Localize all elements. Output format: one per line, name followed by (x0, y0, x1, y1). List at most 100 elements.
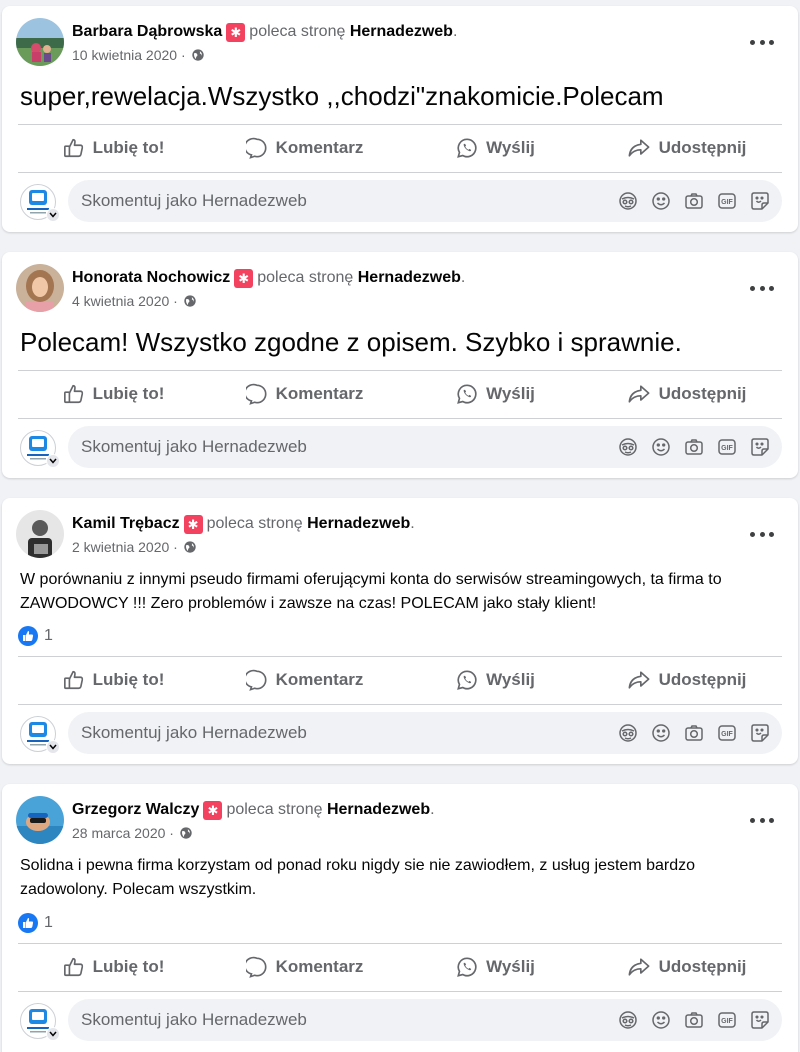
send-button[interactable]: Wyślij (400, 945, 591, 989)
sticker-icon[interactable] (748, 189, 772, 213)
comment-composer: GIF (18, 999, 782, 1043)
comment-bubble-icon (245, 956, 267, 978)
sticker-icon[interactable] (748, 721, 772, 745)
author-name[interactable]: Honorata Nochowicz (72, 269, 230, 286)
avatar[interactable] (16, 796, 64, 844)
divider (18, 418, 782, 419)
gif-icon[interactable]: GIF (715, 721, 739, 745)
send-button[interactable]: Wyślij (400, 658, 591, 702)
comment-button[interactable]: Komentarz (209, 126, 400, 170)
gif-icon[interactable]: GIF (715, 1008, 739, 1032)
divider (18, 370, 782, 371)
post-actions: Lubię to! Komentarz Wyślij Udostępnij (18, 126, 782, 170)
chevron-down-icon[interactable] (46, 454, 60, 468)
page-name[interactable]: Hernadezweb (350, 23, 453, 40)
comment-tools: GIF (607, 721, 772, 745)
gif-icon[interactable]: GIF (715, 189, 739, 213)
post-meta: 10 kwietnia 2020 · (72, 47, 205, 63)
comment-bubble-icon (245, 137, 267, 159)
like-reaction-icon (18, 913, 38, 933)
reaction-summary[interactable]: 1 (18, 626, 53, 646)
comment-button[interactable]: Komentarz (209, 945, 400, 989)
like-button[interactable]: Lubię to! (18, 126, 209, 170)
emoji-icon[interactable] (649, 435, 673, 459)
post-card: Grzegorz Walczy ✱ poleca stronę Hernadezwe… (2, 784, 798, 1052)
whatsapp-icon (457, 957, 477, 977)
sticker-icon[interactable] (748, 1008, 772, 1032)
more-options-button[interactable] (750, 528, 774, 540)
camera-icon[interactable] (682, 435, 706, 459)
reaction-summary[interactable]: 1 (18, 913, 53, 933)
post-card: Barbara Dąbrowska ✱ poleca stronę Hernadez… (2, 6, 798, 232)
page-name[interactable]: Hernadezweb (327, 801, 430, 818)
whatsapp-icon (457, 138, 477, 158)
comment-label: Komentarz (275, 384, 364, 403)
more-options-button[interactable] (750, 36, 774, 48)
comment-label: Komentarz (275, 670, 364, 689)
post-date[interactable]: 4 kwietnia 2020 (72, 293, 169, 309)
like-button[interactable]: Lubię to! (18, 372, 209, 416)
post-actions: Lubię to! Komentarz Wyślij Udostępnij (18, 372, 782, 416)
like-button[interactable]: Lubię to! (18, 658, 209, 702)
author-line: Grzegorz Walczy ✱ poleca stronę Hernadezwe… (72, 801, 435, 820)
comment-input[interactable] (81, 180, 561, 222)
thumbs-up-icon (63, 384, 83, 404)
more-options-button[interactable] (750, 814, 774, 826)
avatar[interactable] (16, 18, 64, 66)
send-button[interactable]: Wyślij (400, 372, 591, 416)
post-date[interactable]: 28 marca 2020 (72, 825, 165, 841)
comment-button[interactable]: Komentarz (209, 372, 400, 416)
camera-icon[interactable] (682, 1008, 706, 1032)
share-button[interactable]: Udostępnij (591, 945, 782, 989)
page-name[interactable]: Hernadezweb (307, 515, 410, 532)
divider (18, 124, 782, 125)
post-date[interactable]: 10 kwietnia 2020 (72, 47, 177, 63)
share-label: Udostępnij (658, 384, 747, 403)
gif-icon[interactable]: GIF (715, 435, 739, 459)
share-button[interactable]: Udostępnij (591, 126, 782, 170)
avatar-sticker-icon[interactable] (616, 721, 640, 745)
like-label: Lubię to! (92, 384, 165, 403)
comment-bubble-icon (245, 669, 267, 691)
author-name[interactable]: Kamil Trębacz (72, 515, 180, 532)
recommend-icon: ✱ (226, 23, 246, 42)
chevron-down-icon[interactable] (46, 1027, 60, 1041)
post-header: Barbara Dąbrowska ✱ poleca stronę Hernadez… (16, 18, 784, 66)
comment-button[interactable]: Komentarz (209, 658, 400, 702)
post-meta: 2 kwietnia 2020 · (72, 539, 197, 555)
avatar-sticker-icon[interactable] (616, 1008, 640, 1032)
sticker-icon[interactable] (748, 435, 772, 459)
like-label: Lubię to! (92, 957, 165, 976)
page-name[interactable]: Hernadezweb (358, 269, 461, 286)
avatar-sticker-icon[interactable] (616, 435, 640, 459)
comment-input[interactable] (81, 426, 561, 468)
avatar[interactable] (16, 510, 64, 558)
share-button[interactable]: Udostępnij (591, 658, 782, 702)
share-button[interactable]: Udostępnij (591, 372, 782, 416)
camera-icon[interactable] (682, 721, 706, 745)
divider (18, 991, 782, 992)
chevron-down-icon[interactable] (46, 740, 60, 754)
post-text: Solidna i pewna firma korzystam od ponad… (20, 857, 696, 898)
author-name[interactable]: Barbara Dąbrowska (72, 23, 222, 40)
avatar[interactable] (16, 264, 64, 312)
send-label: Wyślij (486, 138, 535, 157)
emoji-icon[interactable] (649, 1008, 673, 1032)
send-label: Wyślij (486, 384, 535, 403)
send-button[interactable]: Wyślij (400, 126, 591, 170)
share-arrow-icon (628, 671, 650, 689)
author-line: Barbara Dąbrowska ✱ poleca stronę Hernadez… (72, 23, 458, 42)
post-date[interactable]: 2 kwietnia 2020 (72, 539, 169, 555)
more-options-button[interactable] (750, 282, 774, 294)
emoji-icon[interactable] (649, 721, 673, 745)
chevron-down-icon[interactable] (46, 208, 60, 222)
comment-input[interactable] (81, 712, 561, 754)
author-name[interactable]: Grzegorz Walczy (72, 801, 199, 818)
camera-icon[interactable] (682, 189, 706, 213)
whatsapp-icon (457, 670, 477, 690)
comment-input[interactable] (81, 999, 561, 1041)
post-meta: 28 marca 2020 · (72, 825, 193, 841)
emoji-icon[interactable] (649, 189, 673, 213)
avatar-sticker-icon[interactable] (616, 189, 640, 213)
like-button[interactable]: Lubię to! (18, 945, 209, 989)
